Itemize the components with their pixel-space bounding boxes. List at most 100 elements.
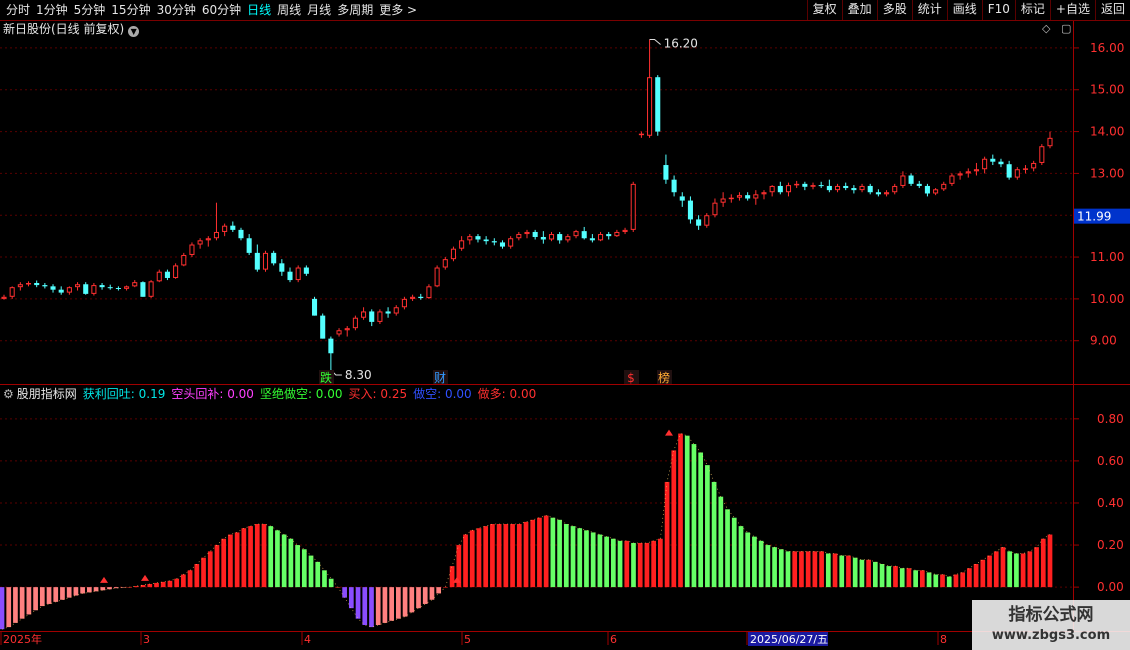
indicator-bar — [402, 587, 408, 617]
indicator-bar — [308, 555, 314, 588]
indicator-bar — [510, 524, 515, 588]
indicator-bar — [355, 587, 361, 619]
indicator-bar — [100, 587, 106, 591]
indicator-bar — [879, 563, 885, 588]
candle-body — [892, 185, 898, 193]
candle-body — [524, 231, 530, 235]
indicator-bar — [234, 532, 240, 588]
candle-body — [66, 287, 72, 293]
indicator-bar — [214, 545, 220, 588]
indicator-bar — [449, 566, 455, 588]
candle-body — [679, 196, 685, 201]
candle-body — [1047, 137, 1053, 147]
indicator-bar — [503, 524, 509, 588]
candle-body — [1031, 162, 1037, 169]
indicator-bar — [26, 587, 32, 615]
indicator-bar — [577, 528, 583, 588]
candle-body — [777, 185, 783, 193]
indicator-bar — [281, 534, 287, 588]
indicator-bar — [315, 561, 321, 588]
candle-body — [1, 296, 7, 299]
indicator-bar — [980, 559, 986, 588]
indicator-bar — [201, 557, 206, 588]
candle-body — [75, 284, 81, 288]
indicator-tick-label: 0.80 — [1097, 412, 1124, 426]
indicator-bar — [691, 444, 697, 588]
candle-body — [17, 284, 23, 288]
indicator-bar — [389, 587, 394, 621]
indicator-bar — [866, 559, 871, 588]
indicator-bar — [684, 435, 690, 588]
candle-body — [279, 263, 285, 272]
indicator-bar — [516, 524, 522, 588]
indicator-bar — [604, 536, 609, 588]
indicator-bar — [342, 587, 347, 598]
indicator-bar — [698, 452, 704, 588]
indicator-bar — [637, 542, 643, 588]
candle-body — [483, 239, 489, 242]
indicator-bar — [563, 524, 569, 588]
indicator-bar — [597, 534, 603, 588]
current-price-label: 11.99 — [1077, 210, 1111, 224]
candle-body — [785, 185, 792, 193]
candle-body — [173, 265, 179, 278]
indicator-bar — [288, 538, 294, 588]
indicator-bar — [711, 481, 717, 588]
indicator-tick-label: 0.20 — [1097, 538, 1124, 552]
indicator-bar — [631, 542, 636, 588]
candle-body — [696, 219, 702, 226]
indicator-bar — [174, 578, 180, 588]
price-tick-label: 15.00 — [1090, 83, 1124, 97]
candle-body — [328, 338, 334, 354]
candle-body — [99, 285, 105, 288]
candle-body — [83, 284, 89, 294]
indicator-bar — [906, 568, 912, 588]
low-label: 8.30 — [345, 368, 372, 382]
stock-chart[interactable]: 9.0010.0011.0012.0013.0014.0015.0016.001… — [0, 0, 1130, 650]
indicator-bar — [1007, 551, 1013, 588]
indicator-bar — [886, 566, 892, 588]
candle-body — [450, 248, 456, 260]
candle-body — [998, 161, 1004, 165]
candle-body — [965, 171, 971, 174]
event-marker: 跌 — [320, 370, 332, 385]
indicator-bar — [228, 534, 233, 588]
candle-body — [532, 231, 538, 237]
candle-body — [606, 234, 612, 237]
candle-body — [851, 188, 857, 191]
buy-arrow-icon — [141, 574, 149, 581]
indicator-bar — [725, 509, 730, 588]
candle-body — [663, 165, 669, 180]
indicator-bar — [664, 481, 670, 588]
indicator-bar — [738, 526, 744, 588]
candle-body — [222, 225, 228, 232]
candle-body — [9, 287, 15, 297]
indicator-bar — [19, 587, 25, 619]
candle-body — [933, 189, 939, 194]
time-label: 6 — [610, 633, 617, 646]
indicator-bar — [967, 568, 972, 588]
indicator-bar — [207, 551, 213, 588]
indicator-bar — [745, 532, 751, 588]
candle-body — [687, 200, 693, 220]
candle-body — [467, 236, 473, 241]
indicator-tick-label: 0.40 — [1097, 496, 1124, 510]
candle-body — [655, 77, 661, 132]
indicator-bar — [443, 587, 448, 588]
watermark-url: www.zbgs3.com — [991, 628, 1111, 643]
candle-body — [990, 158, 996, 162]
candle-body — [58, 289, 64, 293]
indicator-bar — [993, 551, 999, 588]
indicator-bar — [241, 528, 247, 588]
candle-body — [622, 229, 628, 232]
candle-body — [647, 77, 653, 136]
candle-body — [728, 197, 734, 200]
candle-body — [271, 252, 277, 264]
time-label: 5 — [464, 633, 471, 646]
indicator-bar — [86, 587, 92, 593]
event-marker: $ — [627, 371, 635, 385]
candle-body — [156, 271, 162, 282]
indicator-bar — [1034, 547, 1039, 588]
indicator-bar — [543, 515, 549, 588]
candle-body — [810, 185, 816, 187]
